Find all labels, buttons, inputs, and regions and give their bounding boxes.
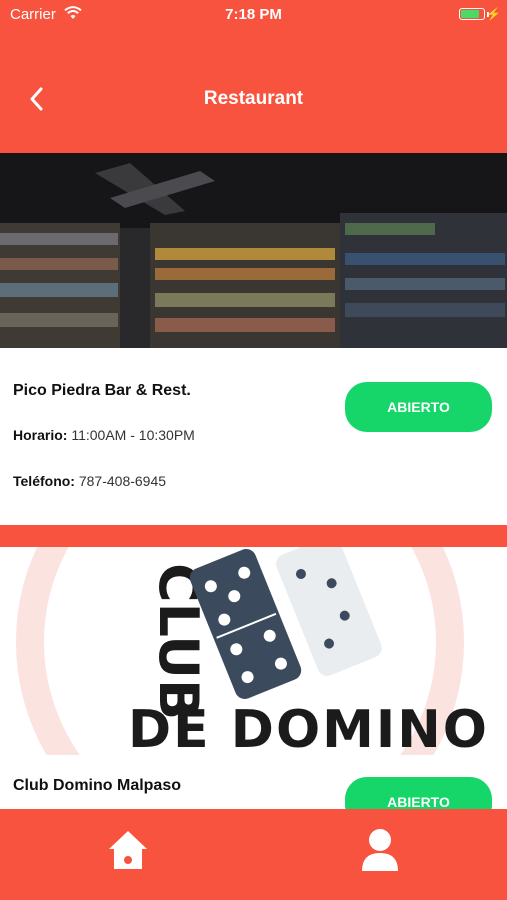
open-status-button[interactable]: ABIERTO [345, 777, 492, 809]
logo-text-domino: DE DOMINO [128, 700, 489, 755]
listing-image-store[interactable] [0, 153, 507, 348]
store-photo [0, 153, 507, 348]
header-bar: Carrier 7:18 PM ⚡ Restaurant [0, 0, 507, 153]
hours-line: Horario: 11:00AM - 10:30PM [13, 427, 195, 443]
listing-name[interactable]: Pico Piedra Bar & Rest. [13, 382, 191, 400]
domino-logo: CLUB DE DOMINO [16, 547, 489, 755]
phone-label: Teléfono: [13, 473, 75, 489]
battery-icon [459, 8, 485, 20]
profile-icon[interactable] [360, 827, 400, 873]
charging-icon: ⚡ [486, 7, 501, 21]
home-icon[interactable] [108, 829, 148, 871]
tab-bar [0, 809, 507, 900]
restaurant-list[interactable]: Pico Piedra Bar & Rest. ABIERTO Horario:… [0, 153, 507, 809]
open-status-button[interactable]: ABIERTO [345, 382, 492, 432]
listing-image-domino[interactable]: CLUB DE DOMINO [0, 547, 507, 755]
listing-name[interactable]: Club Domino Malpaso [13, 777, 181, 795]
phone-value[interactable]: 787-408-6945 [79, 473, 166, 489]
phone-line: Teléfono: 787-408-6945 [13, 473, 166, 489]
section-divider [0, 525, 507, 547]
page-title: Restaurant [203, 88, 304, 109]
clock-label: 7:18 PM [225, 6, 282, 23]
hours-value: 11:00AM - 10:30PM [71, 427, 195, 443]
hours-label: Horario: [13, 427, 68, 443]
status-bar: Carrier 7:18 PM ⚡ [0, 0, 507, 28]
